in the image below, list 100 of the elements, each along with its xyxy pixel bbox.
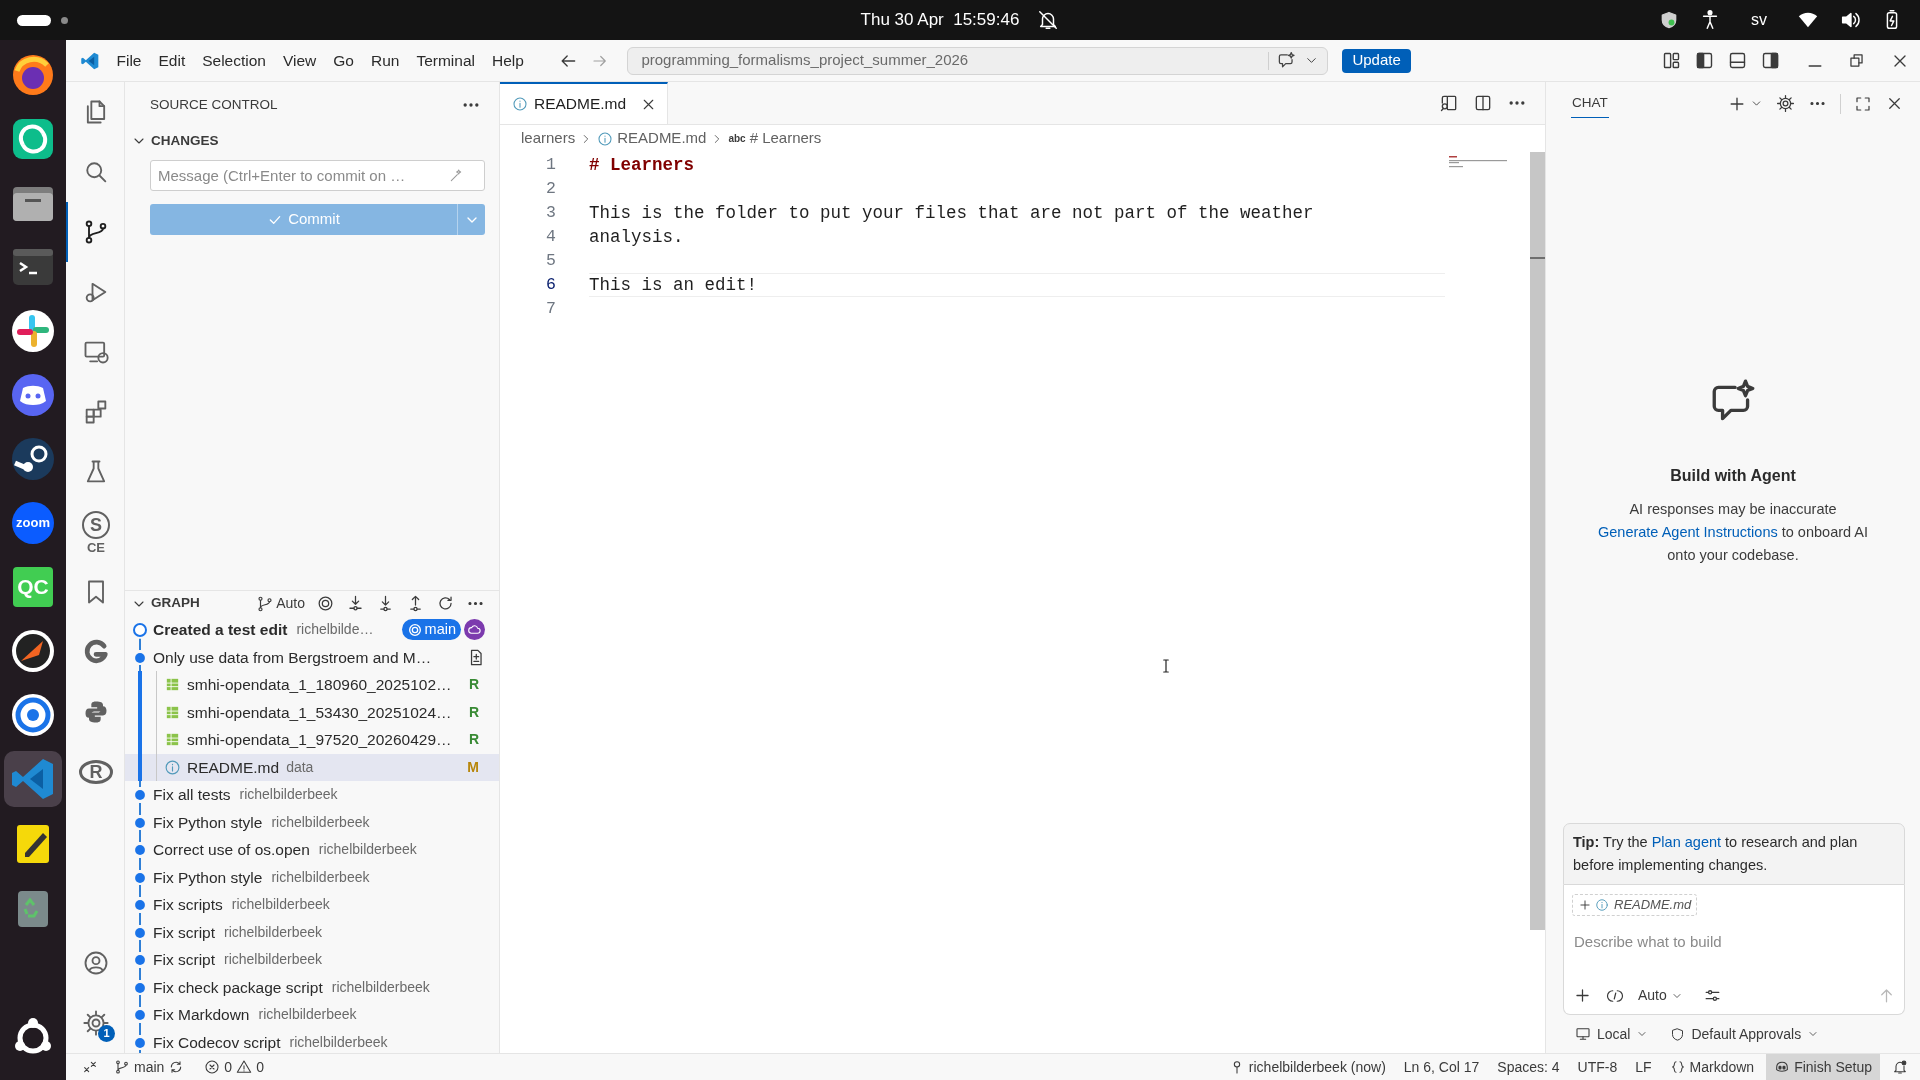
ring-letter-icon: R <box>79 760 113 784</box>
commit-author: richelbilderbeek <box>318 840 417 860</box>
menu-item[interactable]: Edit <box>150 45 194 76</box>
plan-agent-link[interactable]: Plan agent <box>1651 834 1722 850</box>
status-text: main <box>134 1057 165 1077</box>
clock[interactable]: Thu 30 Apr 15:59:46 <box>860 7 1020 33</box>
arc-logo-icon <box>82 638 110 666</box>
restore-icon[interactable] <box>1847 51 1866 70</box>
layout-icon[interactable] <box>1661 50 1682 71</box>
changed-file-row[interactable]: smhi-opendata_1_53430_20251024… R <box>125 698 499 726</box>
problems-button[interactable]: 0 0 <box>198 1054 270 1080</box>
target-icon <box>406 621 423 638</box>
commit-author: richelbilderbeek <box>289 1032 388 1052</box>
menu-item[interactable]: File <box>108 45 150 76</box>
commit-author: richelbilderbeek <box>224 950 323 970</box>
sidebar-toggle-icon[interactable] <box>1694 50 1715 71</box>
target-icon[interactable] <box>316 594 335 613</box>
line-number: 5 <box>545 249 556 272</box>
shield-icon[interactable] <box>1659 10 1679 30</box>
file-name: smhi-opendata_1_180960_2025102… <box>187 675 452 696</box>
menu-item[interactable]: Go <box>324 45 363 76</box>
line-number: 2 <box>545 177 556 200</box>
activity-button[interactable]: 1 <box>66 993 124 1053</box>
open-preview-icon[interactable] <box>1439 93 1459 113</box>
update-button[interactable]: Update <box>1342 48 1411 73</box>
language-button[interactable]: Markdown <box>1663 1054 1761 1080</box>
panel-toggle-icon[interactable] <box>1727 50 1748 71</box>
commit-message: Fix all tests <box>153 785 231 806</box>
commit-author: richelbilderbeek <box>258 1005 357 1025</box>
fetch-icon[interactable] <box>346 594 365 613</box>
editor-tab[interactable]: README.md <box>500 82 668 124</box>
changed-file-row[interactable]: smhi-opendata_1_180960_2025102… R <box>125 671 499 699</box>
commit-message: Correct use of os.open <box>153 840 310 861</box>
workspace-indicator[interactable] <box>17 14 51 26</box>
command-center[interactable]: programming_formalisms_project_summer_2026 <box>627 46 1329 75</box>
settings-icon[interactable] <box>1776 94 1795 113</box>
graph-mode-button[interactable]: Auto <box>256 593 305 614</box>
controller-app-icon <box>9 371 57 419</box>
line-number: 3 <box>545 201 556 224</box>
line-number: 1 <box>545 153 556 176</box>
activity-button[interactable]: S CE <box>66 502 124 562</box>
split-editor-icon[interactable] <box>1473 93 1493 113</box>
file-name: smhi-opendata_1_97520_20260429… <box>187 730 452 751</box>
chat-tab[interactable]: CHAT <box>1571 89 1609 118</box>
indentation-button[interactable]: Spaces: 4 <box>1491 1054 1566 1080</box>
context-file-chip[interactable]: README.md <box>1572 894 1698 916</box>
shield-icon <box>1670 1026 1686 1042</box>
file-status: R <box>468 730 479 750</box>
menu-item[interactable]: Help <box>483 45 533 76</box>
blade-app-icon <box>9 627 57 675</box>
location-dropdown[interactable]: Local <box>1575 1023 1649 1045</box>
logo-text: QC <box>16 574 50 601</box>
menu-item[interactable]: Run <box>362 45 408 76</box>
finish-setup-button[interactable]: Finish Setup <box>1766 1054 1880 1080</box>
refresh-icon[interactable] <box>436 594 455 613</box>
breadcrumb-item[interactable]: learners <box>521 127 576 150</box>
last-commit-button[interactable]: richelbilderbeek (now) <box>1222 1054 1392 1080</box>
app-logo-icon <box>80 50 100 71</box>
encoding-button[interactable]: UTF-8 <box>1571 1054 1624 1080</box>
commit-message-field[interactable]: Message (Ctrl+Enter to commit on … <box>150 160 485 191</box>
circle-letter-icon: S <box>82 510 110 539</box>
breadcrumb-item[interactable]: # Learners <box>749 127 822 150</box>
status-text: UTF-8 <box>1577 1057 1618 1077</box>
menu-item[interactable]: View <box>274 45 325 76</box>
menu-item[interactable]: Terminal <box>407 45 484 76</box>
spreadsheet-icon <box>164 676 181 694</box>
line-ending-button[interactable]: LF <box>1629 1054 1658 1080</box>
chat-input-field[interactable]: Describe what to build <box>1572 928 1896 954</box>
maximize-icon[interactable] <box>1854 94 1872 113</box>
changed-file-row[interactable]: smhi-opendata_1_97520_20260429… R <box>125 726 499 754</box>
secondary-sidebar-icon[interactable] <box>1760 50 1781 71</box>
commit-author: richelbilderbeek <box>231 895 330 915</box>
keyboard-layout[interactable]: sv <box>1741 8 1777 32</box>
info-icon <box>164 758 181 776</box>
commit-author: richelbilderbeek <box>239 785 338 805</box>
instructions-link[interactable]: Generate Agent Instructions <box>1597 524 1778 540</box>
code-line: This is an edit! <box>589 273 758 297</box>
changed-file-row[interactable]: README.md data M <box>125 753 499 781</box>
mode-dropdown[interactable]: Auto <box>1638 985 1683 1006</box>
commit-message: Fix script <box>153 950 215 971</box>
chat-sparkle-icon[interactable] <box>1277 51 1297 70</box>
file-status: R <box>468 675 479 695</box>
cursor-position-button[interactable]: Ln 6, Col 17 <box>1397 1054 1486 1080</box>
dock-app-button[interactable]: zoom <box>4 495 62 551</box>
scrollbar-thumb[interactable] <box>1530 152 1545 930</box>
commit-author: richelbilde… <box>296 620 374 640</box>
sparkle-pen-icon[interactable] <box>448 168 464 184</box>
error-icon <box>204 1059 221 1075</box>
menu-item[interactable]: Selection <box>193 45 275 76</box>
plus-icon <box>1578 898 1592 912</box>
activity-button[interactable]: R <box>66 742 124 802</box>
breadcrumb-item[interactable]: README.md <box>617 127 707 150</box>
branch-button[interactable]: main <box>108 1054 191 1080</box>
add-icon[interactable] <box>1573 986 1592 1005</box>
commit-author: richelbilderbeek <box>331 977 430 997</box>
bell-icon <box>1892 1059 1908 1075</box>
line-number: 4 <box>545 225 556 248</box>
commit-message: Fix Python style <box>153 867 263 888</box>
braces-icon <box>1669 1059 1686 1075</box>
approvals-dropdown[interactable]: Default Approvals <box>1670 1023 1820 1045</box>
